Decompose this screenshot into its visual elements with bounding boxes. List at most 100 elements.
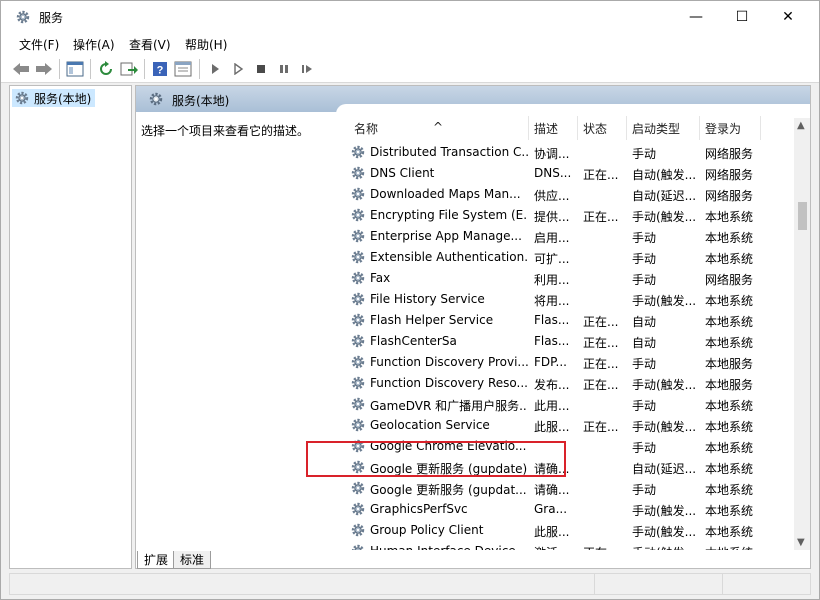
resume-service-button[interactable]: [297, 59, 317, 79]
column-header-logon-as[interactable]: 登录为: [705, 120, 741, 137]
service-startup-type: 手动: [632, 147, 657, 161]
tab-standard[interactable]: 标准: [173, 551, 212, 569]
refresh-button[interactable]: [96, 59, 116, 79]
service-logon-as: 本地系统: [705, 483, 754, 497]
service-description: 此用...: [534, 399, 570, 413]
toolbar-separator: [199, 59, 200, 79]
service-name: Downloaded Maps Man...: [370, 187, 521, 201]
start-service-alt-button[interactable]: [228, 59, 248, 79]
forward-arrow-icon: [36, 63, 52, 75]
column-header-name[interactable]: 名称: [354, 120, 378, 137]
service-logon-as: 本地服务: [705, 378, 754, 392]
toolbar-separator: [59, 59, 60, 79]
table-row[interactable]: GraphicsPerfSvc Gra... 手动(触发... 本地系统: [336, 499, 794, 520]
tab-extended[interactable]: 扩展: [137, 551, 176, 569]
service-name: Distributed Transaction C...: [370, 145, 528, 159]
tree-item-label: 服务(本地): [34, 91, 92, 106]
table-row[interactable]: Google 更新服务 (gupdat... 请确... 手动 本地系统: [336, 478, 794, 499]
status-bar: [9, 573, 811, 595]
table-row[interactable]: Enterprise App Manage... 启用... 手动 本地系统: [336, 226, 794, 247]
start-service-alt-icon: [234, 63, 244, 75]
table-row[interactable]: Geolocation Service 此服... 正在... 手动(触发... 本地系…: [336, 415, 794, 436]
table-row[interactable]: Extensible Authentication... 可扩... 手动 本地系统: [336, 247, 794, 268]
service-description: 发布...: [534, 378, 570, 392]
service-name: FlashCenterSa: [370, 334, 457, 348]
menu-view[interactable]: 查看(V): [129, 36, 171, 53]
scroll-down-icon[interactable]: ▼: [797, 537, 805, 548]
scrollbar-thumb[interactable]: [798, 202, 807, 230]
gear-icon: [351, 271, 365, 285]
close-button[interactable]: ✕: [765, 1, 811, 33]
title-bar: 服务 — ☐ ✕: [1, 1, 819, 33]
service-description: 此服...: [534, 420, 570, 434]
export-list-button[interactable]: [119, 59, 139, 79]
service-logon-as: 本地系统: [705, 525, 754, 539]
column-header-status[interactable]: 状态: [583, 120, 607, 137]
column-header-row: ^ 名称 描述 状态 启动类型 登录为: [336, 116, 794, 140]
table-row[interactable]: GameDVR 和广播用户服务... 此用... 手动 本地系统: [336, 394, 794, 415]
service-logon-as: 网络服务: [705, 189, 754, 203]
table-row[interactable]: Downloaded Maps Man... 供应... 自动(延迟... 网络服务: [336, 184, 794, 205]
table-row[interactable]: Flash Helper Service Flas... 正在... 自动 本地系统: [336, 310, 794, 331]
gear-icon: [351, 187, 365, 201]
menu-help[interactable]: 帮助(H): [185, 36, 227, 53]
menu-file[interactable]: 文件(F): [19, 36, 59, 53]
table-row[interactable]: DNS Client DNS... 正在... 自动(触发... 网络服务: [336, 163, 794, 184]
table-row[interactable]: Fax 利用... 手动 网络服务: [336, 268, 794, 289]
service-name: Geolocation Service: [370, 418, 490, 432]
service-logon-as: 本地系统: [705, 315, 754, 329]
service-startup-type: 手动(触发...: [632, 525, 697, 539]
service-startup-type: 手动: [632, 357, 657, 371]
forward-button[interactable]: [34, 59, 54, 79]
column-divider[interactable]: [760, 116, 761, 140]
service-startup-type: 手动: [632, 399, 657, 413]
table-row[interactable]: Group Policy Client 此服... 手动(触发... 本地系统: [336, 520, 794, 541]
gear-icon: [351, 439, 365, 453]
gear-icon: [351, 229, 365, 243]
column-divider[interactable]: [528, 116, 529, 140]
service-logon-as: 本地服务: [705, 357, 754, 371]
sort-ascending-icon: ^: [433, 120, 444, 134]
service-description: FDP...: [534, 355, 567, 369]
minimize-button[interactable]: —: [673, 1, 719, 33]
service-description: 将用...: [534, 294, 570, 308]
stop-service-button[interactable]: [251, 59, 271, 79]
maximize-button[interactable]: ☐: [719, 1, 765, 33]
gear-icon: [351, 292, 365, 306]
properties-button[interactable]: [173, 59, 193, 79]
column-header-description[interactable]: 描述: [534, 120, 558, 137]
table-row[interactable]: Google 更新服务 (gupdate) 请确... 自动(延迟... 本地系统: [336, 457, 794, 478]
service-logon-as: 本地系统: [705, 504, 754, 518]
column-divider[interactable]: [577, 116, 578, 140]
service-status: 正在...: [583, 378, 619, 392]
table-row[interactable]: Google Chrome Elevatio... 手动 本地系统: [336, 436, 794, 457]
help-button[interactable]: ?: [150, 59, 170, 79]
tree-item-services-local[interactable]: 服务(本地): [12, 89, 96, 107]
menu-action[interactable]: 操作(A): [73, 36, 115, 53]
gear-icon: [351, 418, 365, 432]
back-button[interactable]: [11, 59, 31, 79]
console-tree-icon: [66, 61, 84, 77]
start-service-button[interactable]: [205, 59, 225, 79]
table-row[interactable]: File History Service 将用... 手动(触发... 本地系统: [336, 289, 794, 310]
gear-icon: [16, 10, 30, 24]
show-hide-console-tree-button[interactable]: [65, 59, 85, 79]
scroll-up-icon[interactable]: ▲: [797, 120, 805, 131]
service-name: Group Policy Client: [370, 523, 484, 537]
table-row[interactable]: Function Discovery Provi... FDP... 正在... 手动…: [336, 352, 794, 373]
column-header-startup-type[interactable]: 启动类型: [632, 120, 680, 137]
table-row[interactable]: Function Discovery Reso... 发布... 正在... 手动(触…: [336, 373, 794, 394]
table-row[interactable]: FlashCenterSa Flas... 正在... 自动 本地系统: [336, 331, 794, 352]
table-row[interactable]: Encrypting File System (E... 提供... 正在... 手动…: [336, 205, 794, 226]
column-divider[interactable]: [699, 116, 700, 140]
service-logon-as: 本地系统: [705, 210, 754, 224]
gear-icon: [351, 250, 365, 264]
column-divider[interactable]: [626, 116, 627, 140]
table-row[interactable]: Distributed Transaction C... 协调... 手动 网络服务: [336, 142, 794, 163]
services-rows: Distributed Transaction C... 协调... 手动 网络服务 D…: [336, 142, 794, 550]
vertical-scrollbar[interactable]: ▲ ▼: [794, 118, 810, 550]
pause-service-button[interactable]: [274, 59, 294, 79]
service-name: Flash Helper Service: [370, 313, 494, 327]
service-name: Extensible Authentication...: [370, 250, 528, 264]
service-description: 请确...: [534, 483, 570, 497]
